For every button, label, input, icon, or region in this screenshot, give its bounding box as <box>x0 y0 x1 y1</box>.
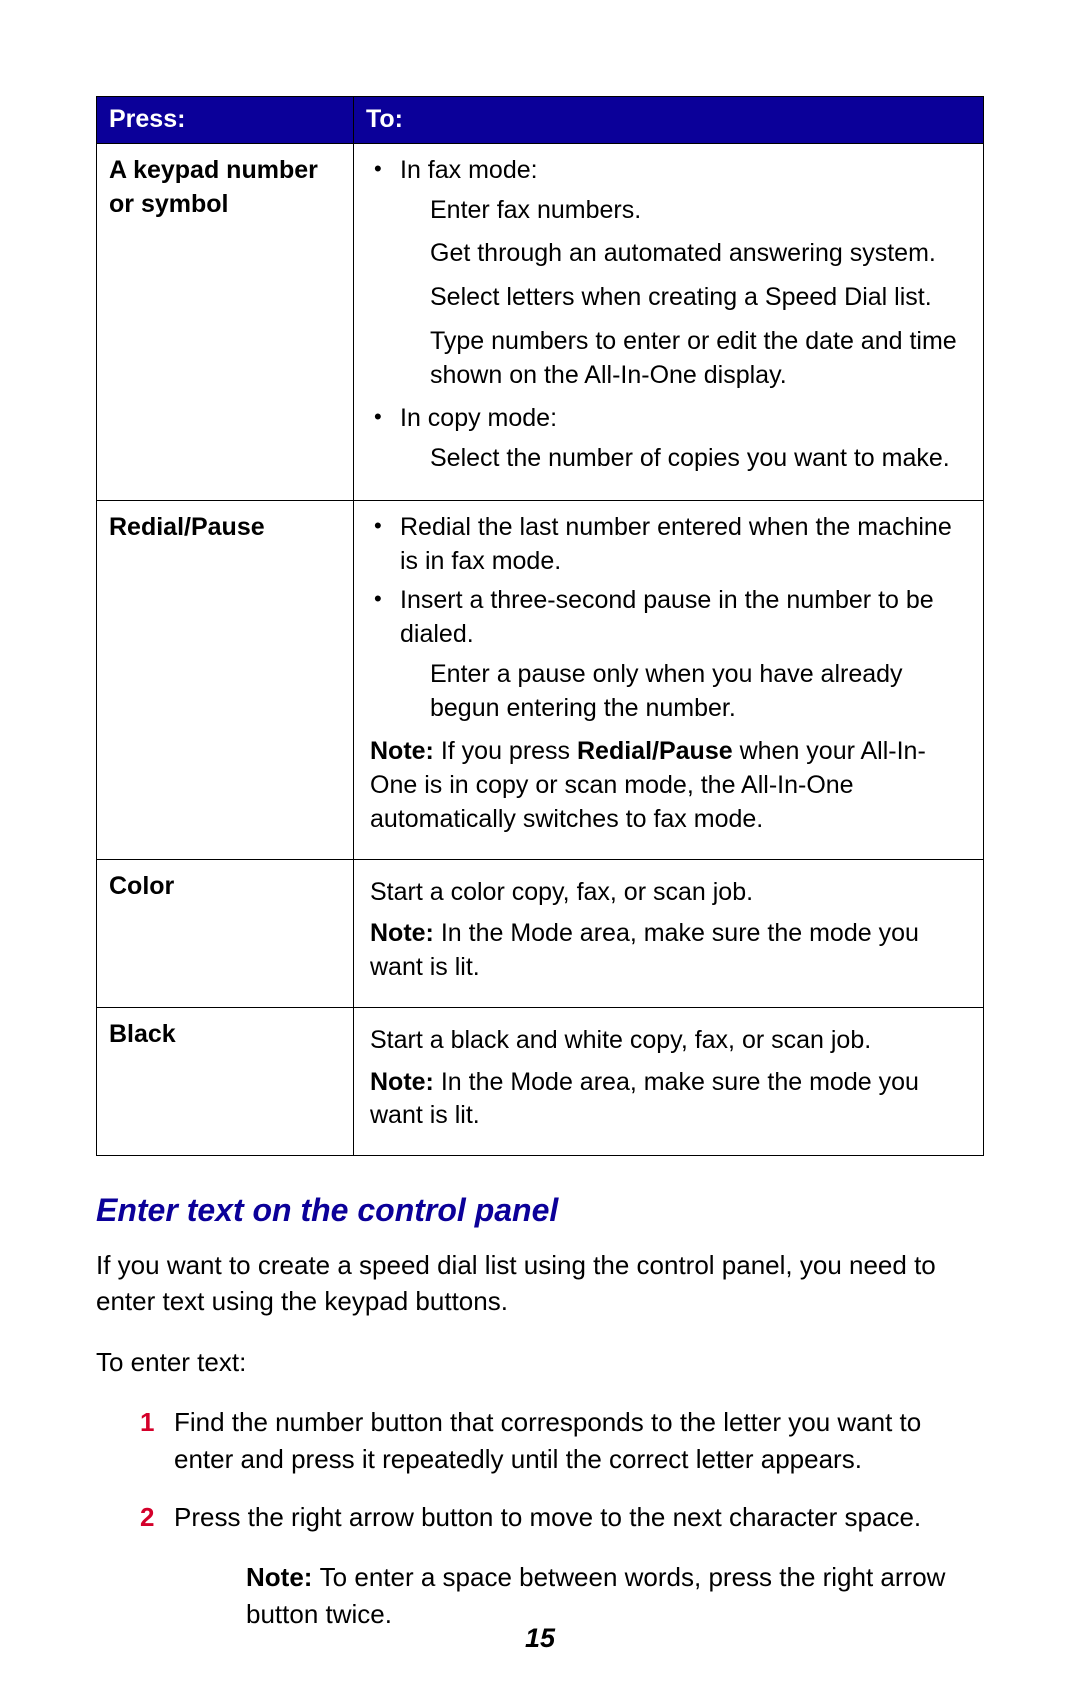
bullet-sub: Get through an automated answering syste… <box>400 237 969 271</box>
bullet-lead: In fax mode: <box>400 156 538 184</box>
press-cell-redial: Redial/Pause <box>97 500 354 859</box>
to-enter-text: To enter text: <box>96 1344 984 1380</box>
note-text: To enter a space between words, press th… <box>246 1562 945 1628</box>
note-bold: Redial/Pause <box>577 737 733 765</box>
bullet-sub: Enter fax numbers. <box>400 194 969 228</box>
note-label: Note: <box>246 1562 320 1592</box>
note-paragraph: Note: If you press Redial/Pause when you… <box>370 735 969 836</box>
to-cell-keypad: In fax mode: Enter fax numbers. Get thro… <box>354 143 984 500</box>
press-label: or symbol <box>109 188 341 222</box>
note-label: Note: <box>370 919 441 947</box>
body-line: Start a black and white copy, fax, or sc… <box>370 1024 969 1058</box>
press-cell-black: Black <box>97 1007 354 1155</box>
intro-paragraph: If you want to create a speed dial list … <box>96 1247 984 1320</box>
note-text: In the Mode area, make sure the mode you… <box>370 919 919 981</box>
press-cell-color: Color <box>97 859 354 1007</box>
note-paragraph: Note: In the Mode area, make sure the mo… <box>370 917 969 985</box>
to-cell-black: Start a black and white copy, fax, or sc… <box>354 1007 984 1155</box>
steps-list: Find the number button that corresponds … <box>96 1404 984 1535</box>
to-cell-redial: Redial the last number entered when the … <box>354 500 984 859</box>
section-heading: Enter text on the control panel <box>96 1192 984 1229</box>
table-row: Redial/Pause Redial the last number ente… <box>97 500 984 859</box>
bullet-lead: Insert a three-second pause in the numbe… <box>400 586 934 648</box>
bullet-lead: In copy mode: <box>400 404 557 432</box>
note-text: If you press <box>441 737 577 765</box>
bullet-lead: Redial the last number entered when the … <box>400 513 952 575</box>
col-header-to: To: <box>354 97 984 144</box>
table-row: Black Start a black and white copy, fax,… <box>97 1007 984 1155</box>
step-item: Press the right arrow button to move to … <box>96 1499 984 1535</box>
note-label: Note: <box>370 737 441 765</box>
document-page: Press: To: A keypad number or symbol In … <box>0 0 1080 1692</box>
table-row: Color Start a color copy, fax, or scan j… <box>97 859 984 1007</box>
step-item: Find the number button that corresponds … <box>96 1404 984 1477</box>
bullet-sub: Enter a pause only when you have already… <box>400 658 969 726</box>
bullet-list: Redial the last number entered when the … <box>370 511 969 726</box>
bullet-sub: Select letters when creating a Speed Dia… <box>400 281 969 315</box>
body-line: Start a color copy, fax, or scan job. <box>370 876 969 910</box>
control-panel-table: Press: To: A keypad number or symbol In … <box>96 96 984 1156</box>
page-number: 15 <box>0 1623 1080 1654</box>
bullet-item: In copy mode: Select the number of copie… <box>370 402 969 476</box>
table-row: A keypad number or symbol In fax mode: E… <box>97 143 984 500</box>
step-note: Note: To enter a space between words, pr… <box>246 1559 984 1632</box>
bullet-item: Redial the last number entered when the … <box>370 511 969 579</box>
to-cell-color: Start a color copy, fax, or scan job. No… <box>354 859 984 1007</box>
note-label: Note: <box>370 1068 441 1096</box>
press-label: A keypad number <box>109 154 341 188</box>
bullet-item: In fax mode: Enter fax numbers. Get thro… <box>370 154 969 393</box>
bullet-list: In fax mode: Enter fax numbers. Get thro… <box>370 154 969 476</box>
note-paragraph: Note: In the Mode area, make sure the mo… <box>370 1066 969 1134</box>
note-text: In the Mode area, make sure the mode you… <box>370 1068 919 1130</box>
bullet-item: Insert a three-second pause in the numbe… <box>370 584 969 725</box>
col-header-press: Press: <box>97 97 354 144</box>
press-cell-keypad: A keypad number or symbol <box>97 143 354 500</box>
table-header-row: Press: To: <box>97 97 984 144</box>
bullet-sub: Type numbers to enter or edit the date a… <box>400 325 969 393</box>
bullet-sub: Select the number of copies you want to … <box>400 442 969 476</box>
